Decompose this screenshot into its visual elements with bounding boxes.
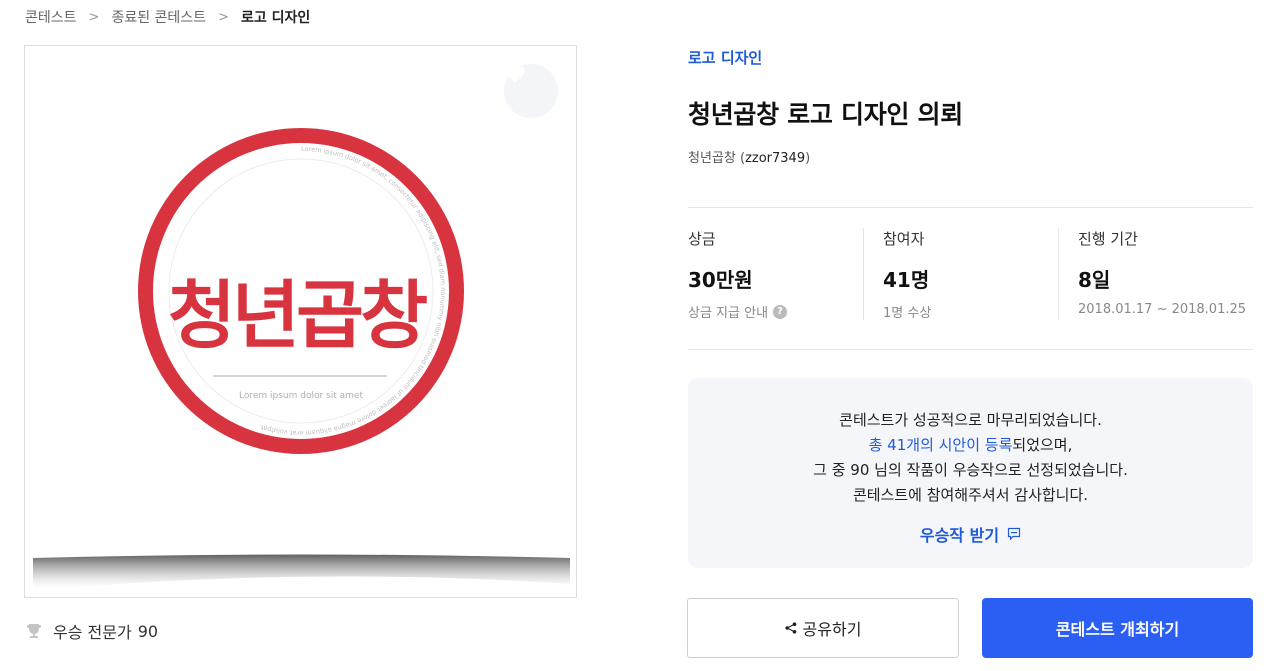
period-value: 8일 bbox=[1078, 268, 1111, 292]
notice-line-3: 그 중 90 님의 작품이 우승작으로 선정되었습니다. bbox=[688, 458, 1253, 483]
winner-count: 90 bbox=[137, 621, 159, 641]
breadcrumb-logo-design: 로고 디자인 bbox=[240, 10, 311, 26]
stat-period: 진행 기간 8일 2018.01.17 ~ 2018.01.25 bbox=[1078, 229, 1246, 321]
contest-title: 청년곱창 로고 디자인 의뢰 bbox=[688, 100, 963, 129]
notice-submissions-link[interactable]: 총 41개의 시안이 등록 bbox=[869, 436, 1013, 454]
completion-notice: 콘테스트가 성공적으로 마무리되었습니다. 총 41개의 시안이 등록되었으며,… bbox=[688, 378, 1253, 568]
breadcrumb-contest[interactable]: 콘테스트 bbox=[25, 7, 77, 27]
host-id: zzor7349 bbox=[745, 151, 806, 166]
like-button[interactable] bbox=[504, 64, 558, 118]
participants-awarded: 1명 수상 bbox=[883, 306, 932, 321]
host-name: 청년곱창 bbox=[688, 151, 736, 166]
host-contest-button[interactable]: 콘테스트 개최하기 bbox=[982, 598, 1253, 658]
notice-line-2-rest: 되었으며, bbox=[1012, 436, 1073, 454]
receive-winner-button[interactable]: 우승작 받기 bbox=[920, 522, 1021, 546]
logo-separator bbox=[213, 375, 387, 377]
share-button[interactable]: 공유하기 bbox=[687, 598, 959, 658]
divider-bottom bbox=[688, 349, 1253, 350]
winner-summary: 우승 전문가 90 bbox=[26, 619, 158, 643]
comment-icon bbox=[1007, 527, 1021, 541]
host-info: 청년곱창 (zzor7349) bbox=[688, 151, 811, 166]
notice-line-3-pre: 그 중 bbox=[813, 461, 851, 479]
trophy-icon bbox=[27, 624, 41, 638]
stat-divider bbox=[1058, 228, 1059, 320]
notice-line-2: 총 41개의 시안이 등록되었으며, bbox=[688, 433, 1253, 458]
notice-line-1: 콘테스트가 성공적으로 마무리되었습니다. bbox=[839, 411, 1102, 429]
share-icon bbox=[784, 622, 796, 634]
chevron-right-icon: > bbox=[218, 9, 229, 25]
notice-line-4: 콘테스트에 참여해주셔서 감사합니다. bbox=[852, 486, 1089, 504]
participants-label: 참여자 bbox=[883, 230, 925, 248]
period-label: 진행 기간 bbox=[1078, 230, 1138, 248]
heart-icon bbox=[505, 65, 525, 83]
prize-value: 30만원 bbox=[688, 268, 753, 292]
breadcrumb: 콘테스트 > 종료된 콘테스트 > 로고 디자인 bbox=[25, 7, 310, 27]
breadcrumb-closed-contests[interactable]: 종료된 콘테스트 bbox=[111, 7, 206, 27]
logo-tagline: Lorem ipsum dolor sit amet bbox=[239, 391, 363, 401]
notice-line-3-post: 님의 작품이 우승작으로 선정되었습니다. bbox=[869, 461, 1128, 479]
share-label: 공유하기 bbox=[802, 620, 862, 639]
category-link[interactable]: 로고 디자인 bbox=[688, 47, 762, 68]
question-icon[interactable]: ? bbox=[773, 304, 788, 319]
brand-lettering: 청년곱창 bbox=[168, 273, 427, 359]
stat-divider bbox=[863, 228, 864, 320]
stat-prize: 상금 30만원 상금 지급 안내 ? bbox=[688, 229, 788, 321]
contest-image: Lorem ipsum dolor sit amet, consectetur … bbox=[24, 45, 577, 598]
winner-label: 우승 전문가 bbox=[53, 623, 132, 642]
prize-label: 상금 bbox=[688, 230, 716, 248]
participants-value: 41명 bbox=[883, 268, 930, 292]
stat-participants: 참여자 41명 1명 수상 bbox=[883, 229, 931, 321]
logo-artwork: Lorem ipsum dolor sit amet, consectetur … bbox=[33, 128, 570, 591]
notice-winner-count: 90 bbox=[850, 461, 870, 479]
receive-winner-label: 우승작 받기 bbox=[919, 526, 1000, 545]
divider-top bbox=[688, 207, 1253, 208]
prize-guide[interactable]: 상금 지급 안내 ? bbox=[688, 302, 788, 321]
prize-guide-label: 상금 지급 안내 bbox=[688, 306, 769, 321]
chevron-right-icon: > bbox=[88, 9, 100, 25]
floor-shadow bbox=[33, 554, 570, 591]
period-dates: 2018.01.17 ~ 2018.01.25 bbox=[1078, 302, 1247, 317]
